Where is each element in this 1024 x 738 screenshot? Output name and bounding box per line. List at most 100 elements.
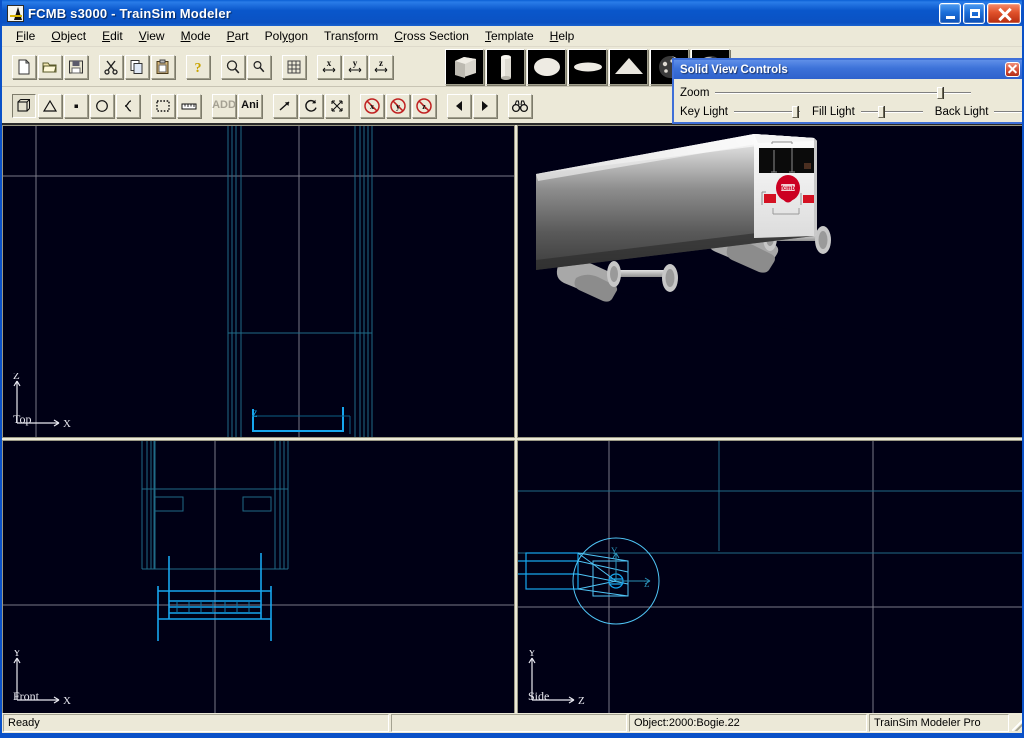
zoom-slider-thumb[interactable] <box>937 87 943 99</box>
resize-grip[interactable] <box>1010 713 1024 733</box>
axis-y-button[interactable]: y <box>343 55 367 79</box>
paste-button[interactable] <box>151 55 175 79</box>
floppy-disk-icon <box>68 59 84 75</box>
viewport-front-canvas <box>3 441 514 714</box>
cut-button[interactable] <box>99 55 123 79</box>
clipboard-icon <box>155 59 171 75</box>
viewport-side[interactable]: Y Z Y Z Side <box>517 440 1024 715</box>
ruler-icon <box>180 98 198 114</box>
svg-text:x: x <box>370 102 374 111</box>
zoom-slider[interactable] <box>715 86 971 100</box>
magnifier-plus-icon <box>225 59 241 75</box>
svg-text:z: z <box>379 58 383 68</box>
add-button[interactable]: ADD <box>212 94 236 118</box>
menu-edit[interactable]: Edit <box>94 27 131 45</box>
mode-object-button[interactable] <box>12 94 36 118</box>
window-title: FCMB s3000 - TrainSim Modeler <box>28 6 939 21</box>
primitive-disc-button[interactable] <box>527 49 566 85</box>
menu-part[interactable]: Part <box>219 27 257 45</box>
minimize-button[interactable] <box>939 3 961 24</box>
menu-view[interactable]: View <box>131 27 173 45</box>
grid-toggle-button[interactable] <box>282 55 306 79</box>
menu-object[interactable]: Object <box>43 27 94 45</box>
move-tool-button[interactable] <box>273 94 297 118</box>
menu-help[interactable]: Help <box>542 27 583 45</box>
railcar-front-face: fcmb <box>754 134 817 238</box>
marquee-select-button[interactable] <box>151 94 175 118</box>
mode-polygon-button[interactable] <box>38 94 62 118</box>
find-button[interactable] <box>508 94 532 118</box>
svg-text:x: x <box>327 58 332 68</box>
title-bar: FCMB s3000 - TrainSim Modeler <box>2 0 1024 26</box>
menu-template[interactable]: Template <box>477 27 542 45</box>
svg-text:z: z <box>422 102 426 111</box>
light-sliders-row: Key Light Fill Light Back Light <box>680 102 1016 121</box>
viewport-top[interactable]: Z Z X Top <box>2 125 515 438</box>
circle-icon <box>94 98 110 114</box>
add-icon: ADD <box>212 100 236 111</box>
close-button[interactable] <box>987 3 1021 24</box>
solid-view-controls-titlebar[interactable]: Solid View Controls <box>674 60 1022 79</box>
solid-view-controls-close-button[interactable] <box>1005 62 1020 77</box>
lock-z-button[interactable]: z <box>412 94 436 118</box>
binoculars-icon <box>511 98 529 114</box>
axis-z-button[interactable]: z <box>369 55 393 79</box>
axis-x-button[interactable]: x <box>317 55 341 79</box>
key-light-slider-thumb[interactable] <box>792 106 798 118</box>
lock-y-button[interactable]: y <box>386 94 410 118</box>
mode-circle-button[interactable] <box>90 94 114 118</box>
menu-cross-section[interactable]: Cross Section <box>386 27 477 45</box>
fill-light-slider[interactable] <box>861 105 923 119</box>
triangle-polygon-icon <box>42 98 58 114</box>
primitive-ellipse-button[interactable] <box>568 49 607 85</box>
back-light-slider[interactable] <box>994 105 1024 119</box>
menu-transform[interactable]: Transform <box>316 27 386 45</box>
cone-shape-icon <box>612 52 646 82</box>
key-light-slider[interactable] <box>734 105 800 119</box>
zoom-in-button[interactable] <box>221 55 245 79</box>
new-document-icon <box>16 59 32 75</box>
magnifier-icon <box>251 59 267 75</box>
new-file-button[interactable] <box>12 55 36 79</box>
open-file-button[interactable] <box>38 55 62 79</box>
window-controls <box>939 3 1021 24</box>
axis-y-icon: y <box>346 58 364 76</box>
svg-text:y: y <box>353 58 358 68</box>
question-mark-icon: ? <box>190 59 206 75</box>
menu-mode[interactable]: Mode <box>173 27 219 45</box>
rotate-tool-button[interactable] <box>299 94 323 118</box>
save-file-button[interactable] <box>64 55 88 79</box>
point-icon <box>68 98 84 114</box>
menu-polygon[interactable]: Polygon <box>257 27 316 45</box>
move-arrow-icon <box>277 98 293 114</box>
viewport-front-label: Front <box>13 689 39 704</box>
fill-light-slider-thumb[interactable] <box>878 106 884 118</box>
lock-x-button[interactable]: x <box>360 94 384 118</box>
zoom-slider-label: Zoom <box>680 87 709 99</box>
axis-z-icon: z <box>372 58 390 76</box>
previous-button[interactable] <box>447 94 471 118</box>
animate-button[interactable]: Ani <box>238 94 262 118</box>
viewport-workspace: Z Z X Top <box>2 125 1024 715</box>
open-folder-icon <box>42 59 58 75</box>
next-button[interactable] <box>473 94 497 118</box>
mode-point-button[interactable] <box>64 94 88 118</box>
primitive-box-button[interactable] <box>445 49 484 85</box>
viewport-front[interactable]: Y X Front <box>2 440 515 715</box>
measure-button[interactable] <box>177 94 201 118</box>
marquee-select-icon <box>155 98 171 114</box>
maximize-button[interactable] <box>963 3 985 24</box>
viewport-solid[interactable]: fcmb <box>517 125 1024 438</box>
primitive-cone-button[interactable] <box>609 49 648 85</box>
copy-button[interactable] <box>125 55 149 79</box>
axis-x-icon: x <box>320 58 338 76</box>
scale-tool-button[interactable] <box>325 94 349 118</box>
mode-spline-button[interactable] <box>116 94 140 118</box>
back-light-label: Back Light <box>935 106 989 118</box>
svg-text:?: ? <box>195 61 202 75</box>
menu-file[interactable]: File <box>8 27 43 45</box>
primitive-cylinder-button[interactable] <box>486 49 525 85</box>
help-button[interactable]: ? <box>186 55 210 79</box>
svg-text:Z: Z <box>252 409 258 419</box>
zoom-out-button[interactable] <box>247 55 271 79</box>
